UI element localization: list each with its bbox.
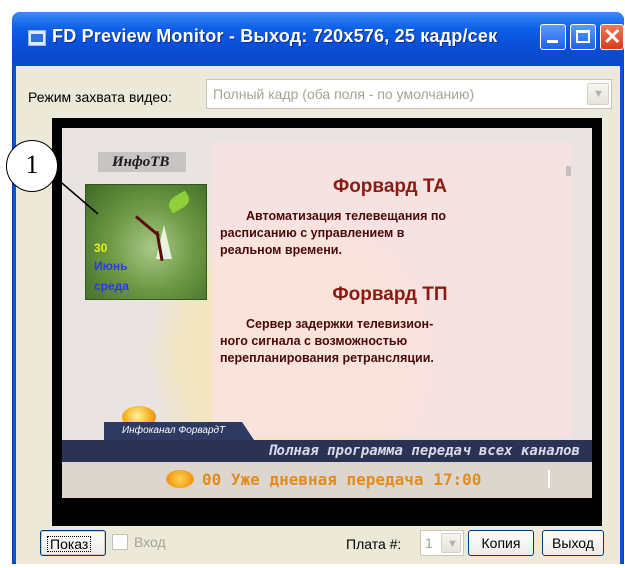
capture-mode-dropdown-button[interactable]: ▼	[587, 83, 609, 105]
para2-line3: перепланирования ретрансляции.	[220, 351, 434, 365]
chevron-down-icon: ▼	[447, 538, 458, 550]
board-label: Плата #:	[346, 536, 402, 552]
input-checkbox[interactable]	[112, 534, 128, 550]
preview-frame: ИнфоТВ 30 Июнь среда Форвард ТА Автомати…	[52, 118, 602, 526]
capture-mode-select[interactable]: Полный кадр (оба поля - по умолчанию) ▼	[206, 79, 612, 109]
ticker-bottom-bar: 00 Уже дневная передача 17:00	[62, 462, 592, 498]
minimize-button[interactable]	[540, 24, 566, 50]
para2-line1: Сервер задержки телевизион-	[246, 317, 434, 331]
channel-name-tab: Инфоканал ФорвардТ	[104, 422, 254, 440]
heading-forvard-tp: Форвард ТП	[332, 284, 448, 305]
client-area: Режим захвата видео: Полный кадр (оба по…	[16, 66, 620, 564]
date-day: 30	[94, 241, 108, 255]
callout-marker: 1	[6, 140, 58, 192]
monitor-icon	[28, 30, 46, 46]
ticker-bottom-text: 00 Уже дневная передача 17:00	[202, 470, 482, 489]
ticker-cursor	[548, 470, 550, 488]
exit-button[interactable]: Выход	[542, 530, 604, 556]
board-dropdown-button[interactable]: ▼	[441, 533, 461, 553]
video-preview: ИнфоТВ 30 Июнь среда Форвард ТА Автомати…	[62, 128, 592, 498]
app-window: FD Preview Monitor - Выход: 720x576, 25 …	[12, 12, 624, 564]
copy-button[interactable]: Копия	[468, 530, 534, 556]
title-bar[interactable]: FD Preview Monitor - Выход: 720x576, 25 …	[12, 12, 624, 66]
minimize-icon	[547, 40, 558, 43]
chevron-down-icon: ▼	[593, 88, 604, 100]
close-icon: ✕	[603, 24, 622, 49]
capture-mode-label: Режим захвата видео:	[28, 89, 172, 105]
heading-forvard-ta: Форвард ТА	[332, 176, 448, 197]
input-checkbox-label: Вход	[134, 534, 166, 550]
show-button[interactable]: Показ	[40, 530, 106, 556]
para1-line2: расписанию с управлением в	[220, 226, 405, 240]
leaf-icon	[165, 190, 193, 214]
maximize-button[interactable]	[570, 24, 596, 50]
paragraph-forvard-ta: Автоматизация телевещания по расписанию …	[220, 208, 560, 259]
ticker-line: Полная программа передач всех каналов	[62, 440, 592, 462]
show-button-label: Показ	[47, 536, 92, 552]
para2-line2: ного сигнала с возможностью	[220, 334, 408, 348]
close-button[interactable]: ✕	[600, 24, 624, 50]
para1-line3: реальном времени.	[220, 243, 342, 257]
date-month: Июнь	[94, 259, 128, 273]
ticker-logo-icon	[166, 470, 194, 488]
panel-scroll-marker	[566, 166, 571, 176]
para1-line1: Автоматизация телевещания по	[246, 209, 447, 223]
board-value: 1	[425, 535, 433, 551]
maximize-icon	[576, 30, 590, 43]
clock-date-widget: 30 Июнь среда	[85, 184, 207, 300]
window-title: FD Preview Monitor - Выход: 720x576, 25 …	[52, 26, 498, 46]
board-select[interactable]: 1 ▼	[420, 530, 464, 556]
date-weekday: среда	[94, 279, 129, 293]
paragraph-forvard-tp: Сервер задержки телевизион- ного сигнала…	[220, 316, 550, 367]
channel-logo-text: ИнфоТВ	[112, 154, 170, 170]
callout-number: 1	[25, 150, 39, 179]
capture-mode-value: Полный кадр (оба поля - по умолчанию)	[213, 86, 475, 102]
